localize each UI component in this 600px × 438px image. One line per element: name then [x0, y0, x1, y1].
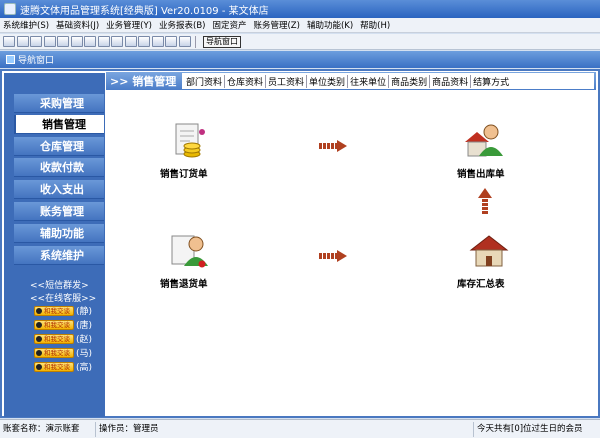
- toolbar-icon-6[interactable]: [70, 36, 83, 47]
- menu-auxiliary[interactable]: 辅助功能(K): [307, 19, 353, 31]
- qq-chat-badge[interactable]: 和我交谈: [34, 333, 74, 344]
- sms-broadcast-link[interactable]: <<短信群发>: [30, 278, 89, 291]
- qq-contact[interactable]: 和我交谈 (赵): [34, 333, 96, 345]
- qq-contact-name: (赵): [76, 335, 93, 345]
- sidebar-item-payments[interactable]: 收款付款: [14, 158, 104, 177]
- window-icon: [6, 55, 15, 64]
- tab-warehouses[interactable]: 仓库资料: [225, 74, 267, 88]
- toolbar-icon-4[interactable]: [43, 36, 56, 47]
- qq-contact-name: (高): [76, 363, 93, 373]
- sidebar-item-accounts[interactable]: 账务管理: [14, 202, 104, 221]
- qq-chat-badge[interactable]: 和我交谈: [34, 305, 74, 316]
- qq-contact-name: (唐): [76, 321, 93, 331]
- status-birthday: 今天共有[0]位过生日的会员: [477, 423, 583, 434]
- nav-window-header: 导航窗口: [0, 51, 600, 68]
- menu-basic-data[interactable]: 基础资料(J): [56, 19, 99, 31]
- user-house-icon: [465, 124, 503, 157]
- tab-unit-categories[interactable]: 单位类别: [307, 74, 349, 88]
- qq-chat-badge[interactable]: 和我交谈: [34, 361, 74, 372]
- sidebar-item-warehouse[interactable]: 仓库管理: [14, 137, 104, 156]
- qq-contact[interactable]: 和我交谈 (马): [34, 347, 96, 359]
- sales-return-tile[interactable]: 销售退货单: [160, 232, 250, 292]
- sidebar-item-income-expense[interactable]: 收入支出: [14, 180, 104, 199]
- sales-outbound-label: 销售出库单: [457, 169, 505, 180]
- menu-bar: 系统维护(S) 基础资料(J) 业务管理(Y) 业务报表(B) 固定资产 账务管…: [0, 18, 600, 33]
- toolbar-separator: [195, 35, 196, 48]
- qq-contact-name: (静): [76, 307, 93, 317]
- toolbar-icon-3[interactable]: [30, 36, 42, 47]
- toolbar: 导航窗口: [0, 34, 600, 50]
- inventory-summary-label: 库存汇总表: [457, 279, 505, 290]
- tab-products[interactable]: 商品资料: [430, 74, 472, 88]
- toolbar-icon-7[interactable]: [84, 36, 96, 47]
- qq-chat-badge[interactable]: 和我交谈: [34, 319, 74, 330]
- menu-accounts[interactable]: 账务管理(Z): [253, 19, 299, 31]
- qq-chat-badge[interactable]: 和我交谈: [34, 347, 74, 358]
- tab-employees[interactable]: 员工资料: [266, 74, 308, 88]
- toolbar-icon-1[interactable]: [3, 36, 15, 47]
- section-title: >> 销售管理: [110, 75, 177, 88]
- tab-strip: 部门资料 仓库资料 员工资料 单位类别 往来单位 商品类别 商品资料 结算方式: [182, 73, 594, 89]
- toolbar-icon-14[interactable]: [178, 36, 191, 47]
- arrow-up-icon: [478, 188, 492, 214]
- section-header: >> 销售管理 部门资料 仓库资料 员工资料 单位类别 往来单位 商品类别 商品…: [106, 72, 596, 90]
- toolbar-icon-5[interactable]: [57, 36, 69, 47]
- menu-reports[interactable]: 业务报表(B): [159, 19, 205, 31]
- sidebar-item-purchase[interactable]: 采购管理: [14, 94, 104, 113]
- toolbar-icon-13[interactable]: [165, 36, 177, 47]
- app-icon: [4, 3, 16, 15]
- toolbar-icon-10[interactable]: [124, 36, 137, 47]
- toolbar-icon-9[interactable]: [111, 36, 123, 47]
- status-operator: 操作员：管理员: [96, 421, 474, 437]
- menu-business[interactable]: 业务管理(Y): [106, 19, 152, 31]
- sales-order-tile[interactable]: 销售订货单: [160, 122, 250, 182]
- menu-fixed-assets[interactable]: 固定资产: [212, 19, 246, 31]
- sales-return-label: 销售退货单: [160, 279, 208, 290]
- toolbar-icon-11[interactable]: [138, 36, 150, 47]
- title-bar: 速腾文体用品管理系统[经典版] Ver20.0109 - 某文体店: [0, 0, 600, 18]
- tab-partners[interactable]: 往来单位: [348, 74, 390, 88]
- status-account: 账套名称：演示账套: [0, 421, 96, 437]
- sidebar-item-auxiliary[interactable]: 辅助功能: [14, 224, 104, 243]
- sidebar-item-system[interactable]: 系统维护: [14, 246, 104, 265]
- arrow-right-icon: [319, 140, 347, 152]
- arrow-right-icon: [319, 250, 347, 262]
- inventory-summary-tile[interactable]: 库存汇总表: [457, 232, 547, 292]
- qq-contact-name: (马): [76, 349, 93, 359]
- sales-outbound-tile[interactable]: 销售出库单: [457, 122, 547, 182]
- toolbar-icon-12[interactable]: [151, 36, 164, 47]
- document-coins-icon: [175, 123, 205, 158]
- workflow-panel: 销售订货单 销售出库单 销售退货单 库存汇总表: [106, 92, 596, 416]
- tab-departments[interactable]: 部门资料: [184, 74, 226, 88]
- sales-order-label: 销售订货单: [160, 169, 208, 180]
- user-document-icon: [171, 235, 208, 268]
- status-bar: 账套名称：演示账套 操作员：管理员 今天共有[0]位过生日的会员: [0, 419, 600, 438]
- menu-help[interactable]: 帮助(H): [360, 19, 390, 31]
- online-support-link[interactable]: <<在线客服>>: [30, 291, 96, 304]
- qq-contact[interactable]: 和我交谈 (唐): [34, 319, 96, 331]
- nav-window-button[interactable]: 导航窗口: [203, 35, 241, 48]
- qq-contact[interactable]: 和我交谈 (静): [34, 305, 96, 317]
- sidebar-item-sales[interactable]: 销售管理: [14, 115, 104, 134]
- tab-settlement[interactable]: 结算方式: [471, 75, 511, 88]
- qq-contact[interactable]: 和我交谈 (高): [34, 361, 96, 373]
- toolbar-icon-8[interactable]: [97, 36, 110, 47]
- nav-window-title: 导航窗口: [18, 56, 55, 66]
- window-title: 速腾文体用品管理系统[经典版] Ver20.0109 - 某文体店: [20, 5, 269, 17]
- house-icon: [469, 235, 509, 267]
- toolbar-icon-2[interactable]: [16, 36, 29, 47]
- tab-product-categories[interactable]: 商品类别: [389, 74, 431, 88]
- menu-system[interactable]: 系统维护(S): [3, 19, 49, 31]
